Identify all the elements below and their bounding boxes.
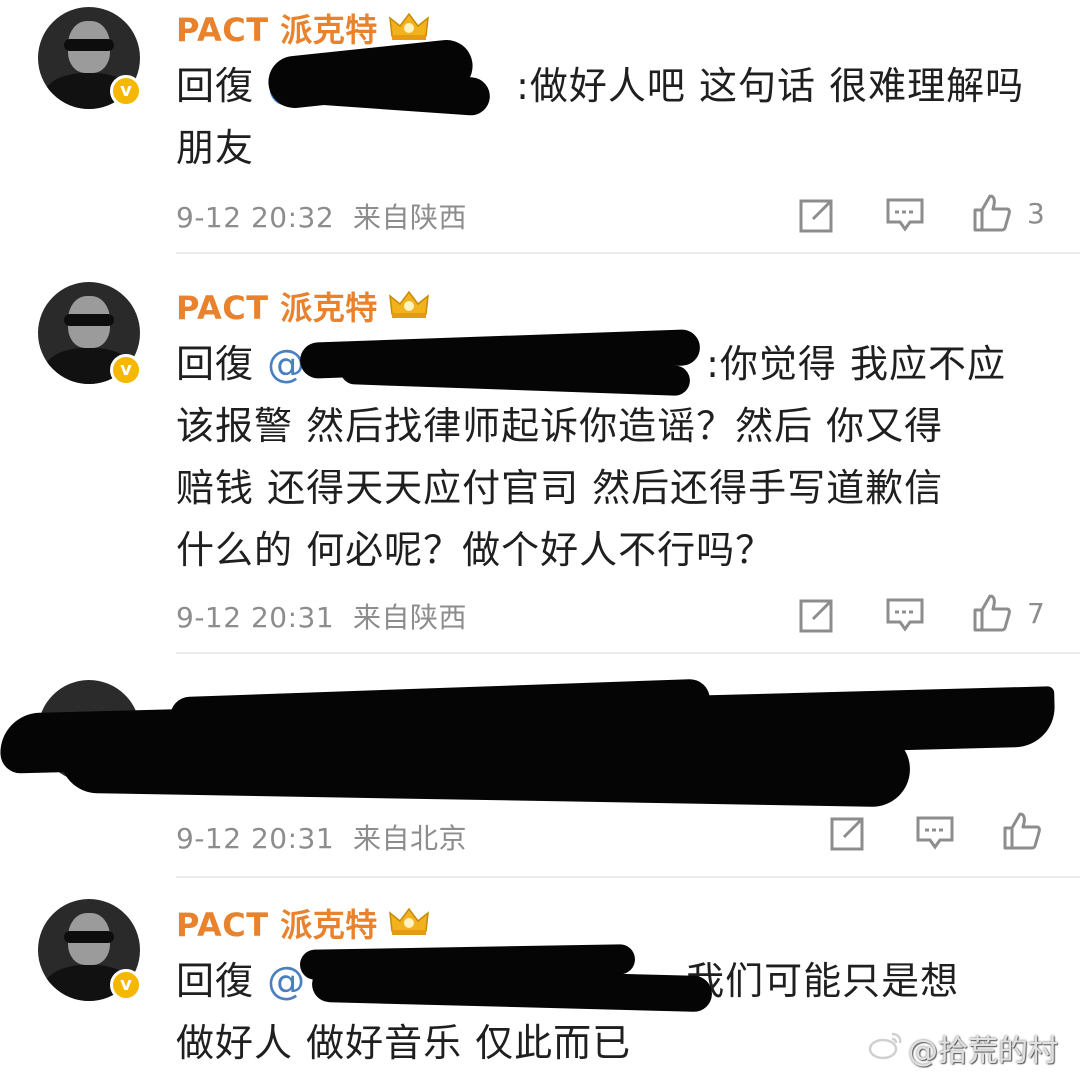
- comment-icon[interactable]: [915, 813, 955, 853]
- watermark: @拾荒的村姑: [908, 1034, 1058, 1069]
- like-icon[interactable]: [972, 193, 1012, 233]
- comment-line: 赔钱 还得天天应付官司 然后还得手写道歉信: [176, 466, 944, 510]
- weibo-logo-icon: [868, 1032, 902, 1060]
- avatar-glasses: [64, 931, 114, 943]
- comment-2: v PACT 派克特 回復 @:你觉得 我应不应 该报警 然后找律师起诉你造谣？…: [0, 278, 1080, 658]
- timestamp: 9-12 20:31: [176, 601, 335, 634]
- comment-meta: 9-12 20:31 来自北京: [176, 817, 467, 857]
- comment-line-tail: :你觉得 我应不应: [706, 342, 1006, 386]
- crown-icon: [389, 907, 429, 935]
- share-icon[interactable]: [828, 813, 868, 853]
- location: 来自北京: [352, 822, 467, 855]
- like-count: 3: [1027, 197, 1045, 230]
- reply-prefix: 回復: [176, 342, 255, 386]
- comment-line: 该报警 然后找律师起诉你造谣？然后 你又得: [176, 404, 944, 448]
- crown-icon: [389, 290, 429, 318]
- username[interactable]: PACT 派克特: [176, 283, 378, 329]
- comment-line: 什么的 何必呢？做个好人不行吗？: [176, 528, 775, 572]
- divider: [176, 876, 1080, 878]
- like-icon[interactable]: [1002, 811, 1042, 851]
- location: 来自陕西: [352, 201, 467, 234]
- divider: [176, 652, 1080, 654]
- share-icon[interactable]: [797, 195, 837, 235]
- username[interactable]: PACT 派克特: [176, 5, 378, 51]
- location: 来自陕西: [352, 601, 467, 634]
- verified-icon: v: [110, 969, 142, 1001]
- divider: [176, 252, 1080, 254]
- comment-icon[interactable]: [885, 195, 925, 235]
- comment-meta: 9-12 20:32 来自陕西: [176, 196, 467, 236]
- like-icon[interactable]: [972, 593, 1012, 633]
- share-icon[interactable]: [797, 595, 837, 635]
- crown-icon: [389, 12, 429, 40]
- timestamp: 9-12 20:31: [176, 822, 335, 855]
- comment-line-tail: :做好人吧 这句话 很难理解吗: [516, 64, 1025, 108]
- reply-prefix: 回復: [176, 64, 255, 108]
- verified-icon: v: [110, 75, 142, 107]
- comment-line: 朋友: [176, 126, 255, 170]
- comment-icon[interactable]: [885, 595, 925, 635]
- comment-meta: 9-12 20:31 来自陕西: [176, 596, 467, 636]
- reply-prefix: 回復: [176, 959, 255, 1003]
- verified-icon: v: [110, 354, 142, 386]
- comment-line-tail: 我们可能只是想: [686, 959, 960, 1003]
- timestamp: 9-12 20:32: [176, 201, 335, 234]
- avatar-glasses: [64, 314, 114, 326]
- comment-1: v PACT 派克特 回復 @:做好人吧 这句话 很难理解吗 朋友 9-12 2…: [0, 0, 1080, 254]
- username[interactable]: PACT 派克特: [176, 900, 378, 946]
- comment-3: 9-12 20:31 来自北京: [0, 670, 1080, 880]
- avatar-glasses: [64, 39, 114, 51]
- like-count: 7: [1027, 597, 1045, 630]
